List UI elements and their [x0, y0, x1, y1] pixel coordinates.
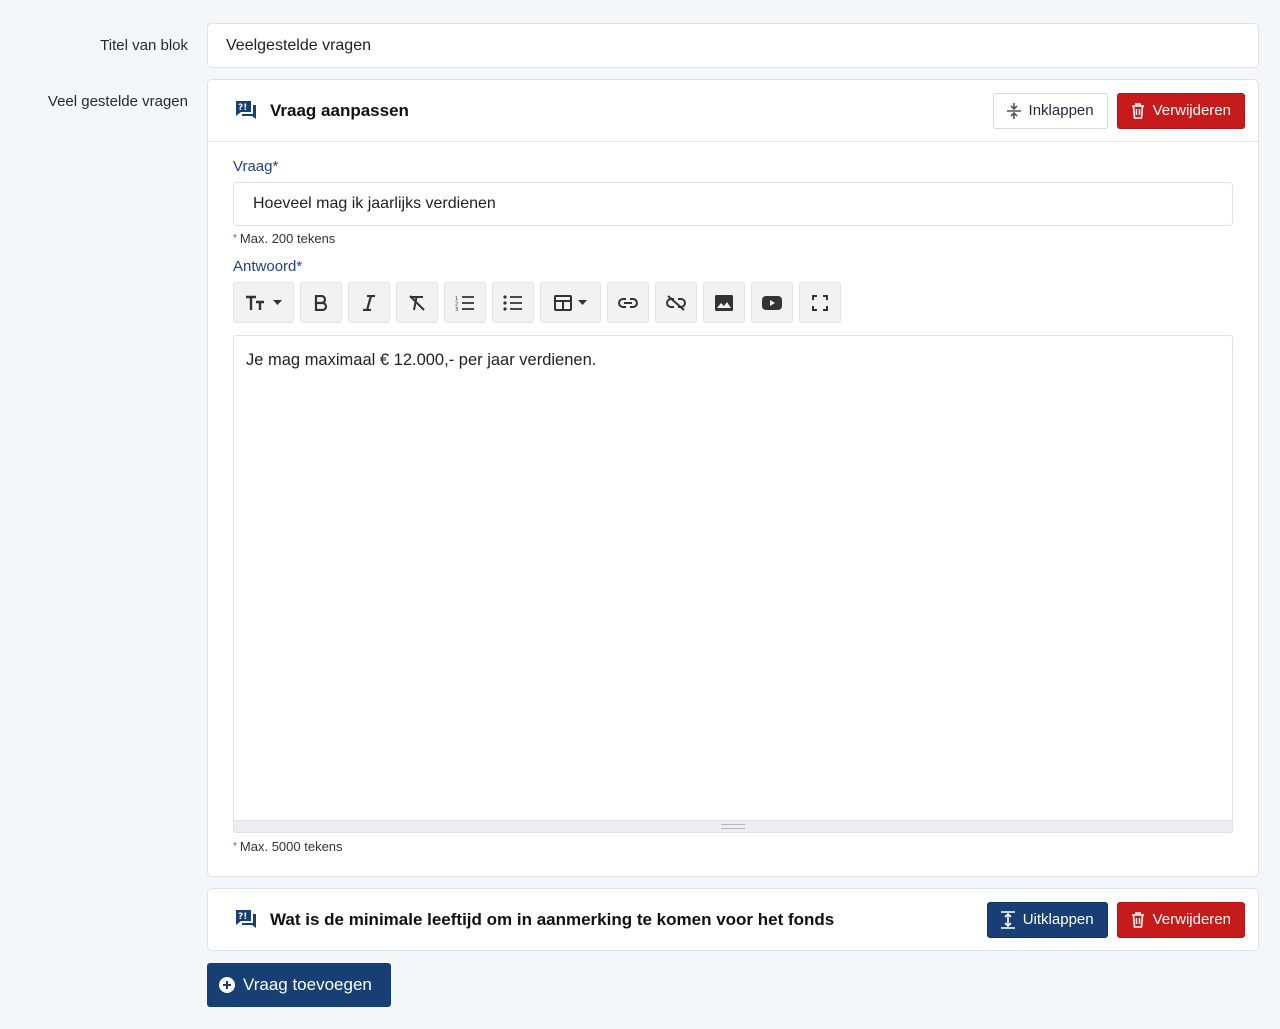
unordered-list-button[interactable] — [492, 282, 534, 323]
delete-label: Verwijderen — [1152, 911, 1231, 928]
video-icon — [762, 295, 782, 310]
faq-icon: ?! — [234, 99, 258, 123]
clear-format-icon — [409, 294, 425, 311]
clear-format-button[interactable] — [396, 282, 438, 323]
italic-button[interactable] — [348, 282, 390, 323]
fullscreen-button[interactable] — [799, 282, 841, 323]
table-icon — [554, 294, 572, 311]
expand-icon — [1000, 910, 1015, 929]
faq-icon: ?! — [234, 908, 258, 932]
question-field-label: Vraag* — [233, 158, 279, 175]
collapse-icon — [1006, 102, 1021, 119]
grip-icon — [721, 824, 745, 829]
delete-button[interactable]: Verwijderen — [1116, 901, 1245, 938]
image-icon — [715, 294, 733, 311]
add-question-label: Vraag toevoegen — [243, 975, 372, 994]
trash-icon — [1131, 102, 1144, 119]
table-button[interactable] — [540, 282, 601, 323]
required-star-icon: * — [233, 841, 237, 852]
question-input[interactable]: Hoeveel mag ik jaarlijks verdienen — [233, 182, 1233, 226]
caret-down-icon — [578, 300, 587, 305]
delete-label: Verwijderen — [1152, 102, 1231, 119]
svg-text:?!: ?! — [238, 103, 247, 113]
faq-card-title: Vraag aanpassen — [270, 100, 409, 120]
bold-icon — [314, 294, 328, 311]
expand-button[interactable]: Uitklappen — [986, 901, 1108, 938]
fullscreen-icon — [812, 294, 828, 311]
answer-hint-text: Max. 5000 tekens — [239, 839, 343, 854]
faq-card-header: ?! Vraag aanpassen Inklappen Verwijderen — [208, 80, 1258, 142]
delete-button[interactable]: Verwijderen — [1116, 92, 1245, 129]
answer-hint: * Max. 5000 tekens — [233, 839, 1233, 854]
editor-toolbar: 1 2 3 — [233, 282, 1233, 323]
ordered-list-icon: 1 2 3 — [455, 296, 474, 311]
collapse-button[interactable]: Inklappen — [992, 92, 1108, 129]
question-hint: * Max. 200 tekens — [233, 231, 1233, 246]
block-title-label: Titel van blok — [100, 37, 188, 54]
add-question-button[interactable]: Vraag toevoegen — [207, 963, 391, 1007]
faq-question-card-collapsed: ?! Wat is de minimale leeftijd om in aan… — [207, 888, 1259, 951]
faq-question-card-expanded: ?! Vraag aanpassen Inklappen Verwijderen… — [207, 79, 1259, 877]
unlink-icon — [666, 294, 686, 311]
answer-editor[interactable]: Je mag maximaal € 12.000,- per jaar verd… — [233, 335, 1233, 821]
image-button[interactable] — [703, 282, 745, 323]
faq-section-label: Veel gestelde vragen — [47, 93, 188, 110]
plus-circle-icon — [219, 977, 235, 993]
text-size-icon — [246, 295, 264, 310]
link-button[interactable] — [607, 282, 649, 323]
expand-label: Uitklappen — [1022, 911, 1094, 928]
unordered-list-icon — [503, 294, 522, 311]
caret-down-icon — [273, 300, 282, 305]
collapse-label: Inklappen — [1028, 102, 1094, 119]
ordered-list-button[interactable]: 1 2 3 — [444, 282, 486, 323]
italic-icon — [363, 294, 375, 311]
text-size-button[interactable] — [233, 282, 294, 323]
required-star-icon: * — [233, 233, 237, 244]
question-hint-text: Max. 200 tekens — [239, 231, 336, 246]
svg-text:?!: ?! — [238, 912, 247, 922]
faq-card-header: ?! Wat is de minimale leeftijd om in aan… — [208, 889, 1258, 950]
answer-field-label: Antwoord* — [233, 258, 303, 275]
bold-button[interactable] — [300, 282, 342, 323]
video-button[interactable] — [751, 282, 793, 323]
block-title-input[interactable]: Veelgestelde vragen — [207, 23, 1259, 68]
faq-card-title: Wat is de minimale leeftijd om in aanmer… — [270, 909, 835, 929]
trash-icon — [1131, 911, 1144, 928]
editor-resize-handle[interactable] — [233, 821, 1233, 833]
unlink-button[interactable] — [655, 282, 697, 323]
link-icon — [618, 297, 638, 308]
svg-text:3: 3 — [455, 307, 458, 311]
